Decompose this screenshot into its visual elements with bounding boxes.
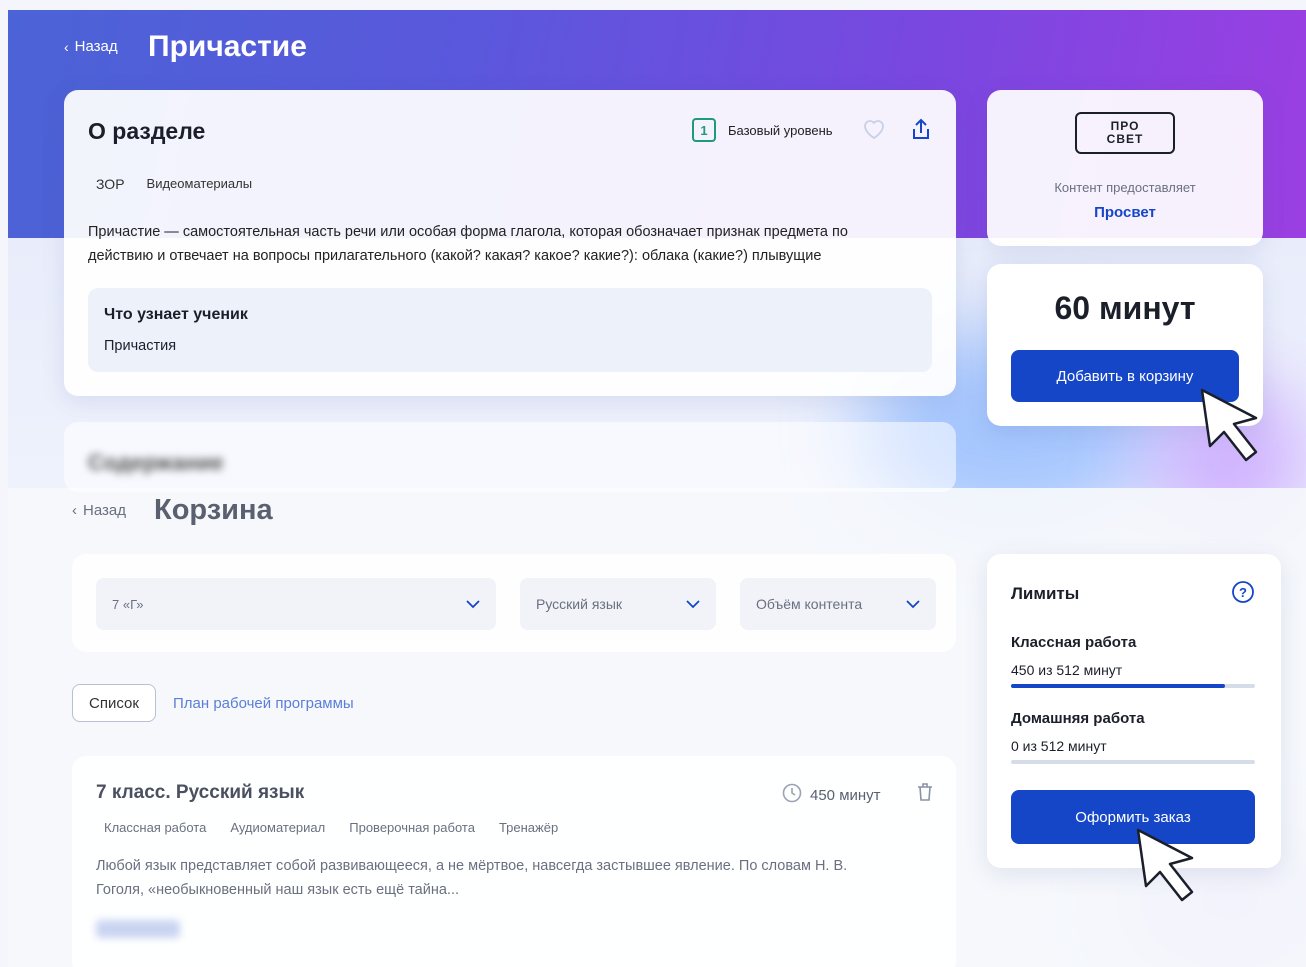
pointer-cursor-icon <box>1200 388 1258 462</box>
heart-icon[interactable] <box>862 118 886 145</box>
blurred-link <box>96 920 180 938</box>
tab-plan[interactable]: План рабочей программы <box>173 695 354 712</box>
home-work-value: 0 из 512 минут <box>1011 738 1107 754</box>
provider-name[interactable]: Просвет <box>987 204 1263 221</box>
class-select[interactable]: 7 «Г» <box>96 578 496 630</box>
about-heading: О разделе <box>88 118 206 144</box>
pointer-cursor-icon <box>1136 828 1194 902</box>
duration: 60 минут <box>1054 290 1196 326</box>
prosvet-logo: ПРО СВЕТ <box>1075 112 1175 154</box>
learn-value: Причастия <box>104 338 177 354</box>
cart-item-text: Гоголя, «необыкновенный наш язык есть ещ… <box>96 882 459 898</box>
page-title: Причастие <box>148 30 307 63</box>
filters-card: 7 «Г» Русский язык Объём контента <box>72 554 956 652</box>
cart-back-link[interactable]: ‹ Назад <box>72 502 126 519</box>
tag: ЗОР <box>96 176 125 192</box>
class-work-label: Классная работа <box>1011 634 1137 651</box>
chevron-down-icon <box>906 596 920 612</box>
provider-caption: Контент предоставляет <box>1054 180 1196 195</box>
class-work-progress <box>1011 684 1255 688</box>
level-badge: 1 <box>692 118 716 142</box>
chevron-left-icon: ‹ <box>72 502 77 519</box>
chevron-down-icon <box>686 596 700 612</box>
tag: Классная работа <box>104 820 207 835</box>
share-icon[interactable] <box>910 117 932 146</box>
cart-item-minutes: 450 минут <box>810 787 881 804</box>
cart-item-title: 7 класс. Русский язык <box>96 782 305 803</box>
home-work-progress <box>1011 760 1255 764</box>
tag: Тренажёр <box>498 820 559 835</box>
cart-title: Корзина <box>154 494 273 526</box>
chevron-down-icon <box>466 596 480 612</box>
clock-icon <box>782 783 802 808</box>
back-link[interactable]: ‹ Назад <box>64 38 118 55</box>
tag: Аудиоматериал <box>230 820 326 835</box>
subject-select[interactable]: Русский язык <box>520 578 716 630</box>
limits-card: Лимиты ? Классная работа 450 из 512 мину… <box>987 554 1281 868</box>
volume-select[interactable]: Объём контента <box>740 578 936 630</box>
level-label: Базовый уровень <box>728 122 833 138</box>
class-work-value: 450 из 512 минут <box>1011 662 1123 678</box>
chevron-left-icon: ‹ <box>64 38 69 55</box>
learn-heading: Что узнает ученик <box>104 306 248 323</box>
blurred-heading: Содержание <box>88 450 224 475</box>
about-description: Причастие — самостоятельная часть речи и… <box>88 224 848 240</box>
learn-box: Что узнает ученик Причастия <box>88 288 932 372</box>
home-work-label: Домашняя работа <box>1011 710 1145 727</box>
about-card: О разделе 1 Базовый уровень ЗОР Видеомат… <box>64 90 956 396</box>
help-icon[interactable]: ? <box>1231 580 1255 609</box>
cart-item-card: 7 класс. Русский язык 450 минут Классная… <box>72 756 956 967</box>
tab-list[interactable]: Список <box>72 684 156 722</box>
svg-text:?: ? <box>1239 585 1247 600</box>
about-description: действию и отвечает на вопросы прилагате… <box>88 248 822 264</box>
cart-item-text: Любой язык представляет собой развивающе… <box>96 858 848 874</box>
trash-icon[interactable] <box>916 782 934 807</box>
limits-heading: Лимиты <box>1011 584 1080 603</box>
tag: Видеоматериалы <box>146 176 253 191</box>
tag: Проверочная работа <box>349 820 475 835</box>
provider-card: ПРО СВЕТ Контент предоставляет Просвет <box>987 90 1263 246</box>
content-section-card: Содержание <box>64 422 956 492</box>
